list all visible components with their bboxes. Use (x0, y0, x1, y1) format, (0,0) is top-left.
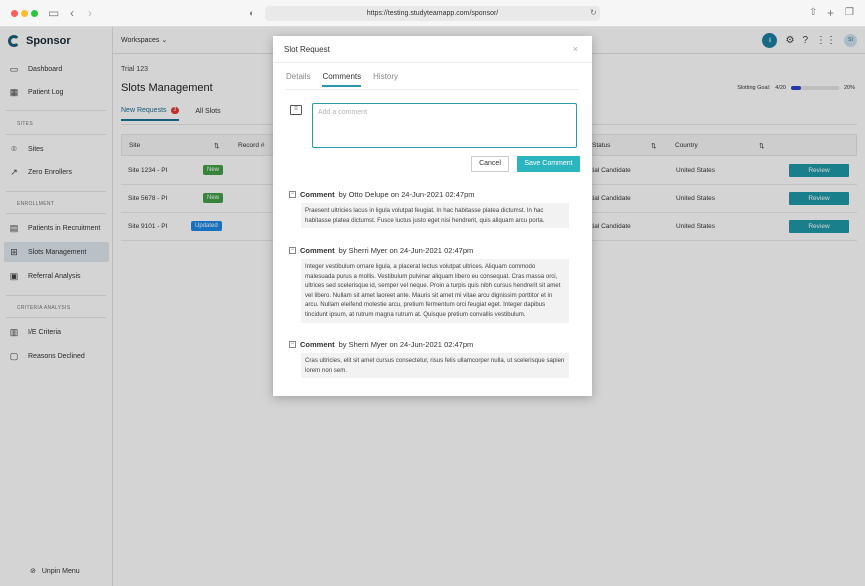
comment-text: Cras ultricies, elit sit amet cursus con… (301, 353, 569, 379)
comment-text: Praesent ultricies lacus in ligula volut… (301, 203, 569, 229)
share-icon[interactable]: ⇧ (809, 6, 817, 20)
comment-item: − Comment by Sherri Myer on 24-Jun-2021 … (289, 244, 569, 323)
comment-icon: ≡ (290, 105, 302, 115)
back-icon[interactable]: ‹ (70, 6, 74, 20)
comment-label: Comment (300, 189, 335, 199)
minimize-window-button[interactable] (21, 10, 28, 17)
address-bar[interactable]: https://testing.studyteamapp.com/sponsor… (265, 6, 600, 21)
comment-item: − Comment by Sherri Myer on 24-Jun-2021 … (289, 338, 569, 379)
new-tab-icon[interactable]: + (827, 6, 834, 20)
comment-label: Comment (300, 245, 335, 255)
comment-label: Comment (300, 339, 335, 349)
collapse-icon[interactable]: − (289, 246, 296, 254)
collapse-icon[interactable]: − (289, 190, 296, 198)
close-icon[interactable]: × (573, 44, 578, 54)
forward-icon[interactable]: › (88, 6, 92, 20)
modal-divider (273, 62, 592, 63)
comment-meta: by Sherri Myer on 24-Jun-2021 02:47pm (338, 339, 474, 349)
modal-title: Slot Request (284, 45, 330, 54)
tab-history[interactable]: History (373, 72, 398, 87)
slot-request-modal: Slot Request × Details Comments History … (273, 36, 592, 396)
save-comment-button[interactable]: Save Comment (517, 156, 580, 172)
comment-header: − Comment by Sherri Myer on 24-Jun-2021 … (289, 244, 569, 256)
tabs-overview-icon[interactable]: ❐ (845, 6, 854, 20)
maximize-window-button[interactable] (31, 10, 38, 17)
modal-tabs-divider (286, 89, 579, 90)
cancel-button[interactable]: Cancel (471, 156, 509, 172)
comment-header: − Comment by Sherri Myer on 24-Jun-2021 … (289, 338, 569, 350)
reload-icon[interactable]: ↻ (590, 8, 597, 17)
comment-header: − Comment by Otto Delupe on 24-Jun-2021 … (289, 188, 569, 200)
comment-meta: by Otto Delupe on 24-Jun-2021 02:47pm (338, 189, 475, 199)
comment-meta: by Sherri Myer on 24-Jun-2021 02:47pm (338, 245, 474, 255)
modal-tabs: Details Comments History (286, 72, 398, 87)
tab-comments[interactable]: Comments (322, 72, 362, 87)
close-window-button[interactable] (11, 10, 18, 17)
browser-toolbar: ▭ ‹ › ◐ https://testing.studyteamapp.com… (0, 0, 865, 27)
privacy-shield-icon[interactable]: ◐ (249, 6, 254, 20)
collapse-icon[interactable]: − (289, 340, 296, 348)
comment-item: − Comment by Otto Delupe on 24-Jun-2021 … (289, 188, 569, 229)
comment-text: Integer vestibulum ornare ligula, a plac… (301, 259, 569, 323)
sidebar-toggle-icon[interactable]: ▭ (48, 6, 59, 20)
comment-input[interactable] (312, 103, 577, 148)
tab-details[interactable]: Details (286, 72, 310, 87)
